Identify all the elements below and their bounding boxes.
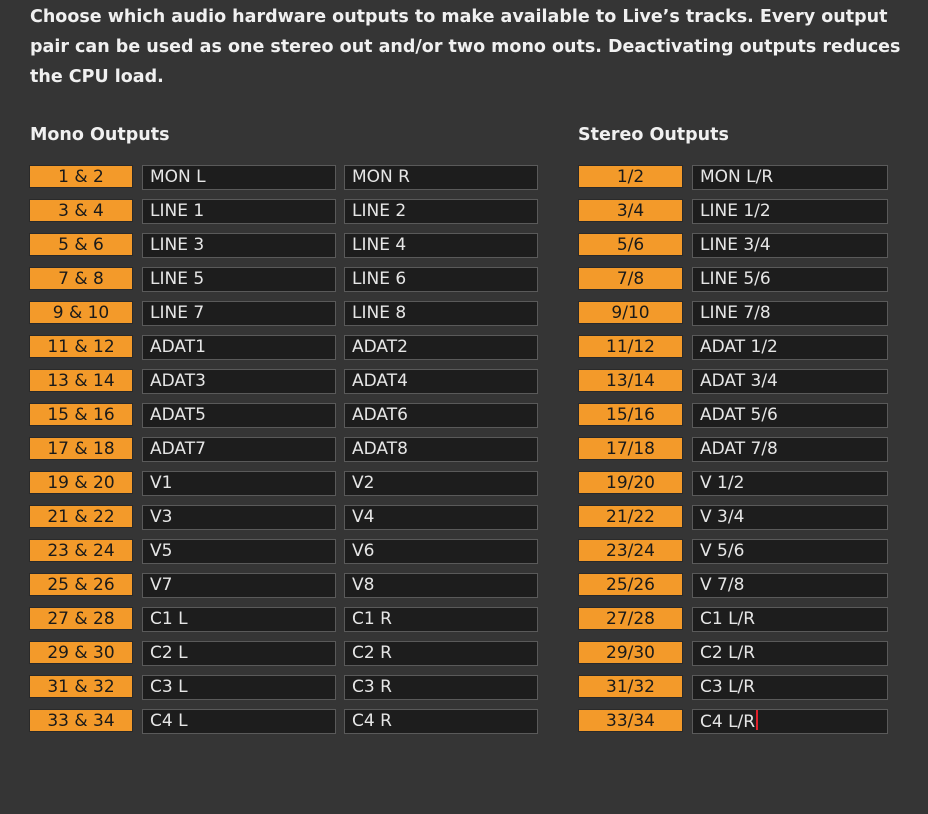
stereo-output-row: 31/32 C3 L/R — [0, 675, 928, 709]
stereo-pair-toggle[interactable]: 31/32 — [578, 675, 683, 698]
stereo-output-row: 25/26 V 7/8 — [0, 573, 928, 607]
stereo-name-text: V 1/2 — [700, 473, 745, 493]
stereo-name-field[interactable]: ADAT 7/8 — [692, 437, 888, 462]
stereo-name-field[interactable]: ADAT 1/2 — [692, 335, 888, 360]
stereo-output-row: 15/16 ADAT 5/6 — [0, 403, 928, 437]
stereo-output-row: 9/10 LINE 7/8 — [0, 301, 928, 335]
stereo-pair-toggle[interactable]: 17/18 — [578, 437, 683, 460]
stereo-name-text: ADAT 1/2 — [700, 337, 778, 357]
stereo-name-text: ADAT 5/6 — [700, 405, 778, 425]
stereo-pair-toggle[interactable]: 3/4 — [578, 199, 683, 222]
stereo-name-text: C1 L/R — [700, 609, 756, 629]
stereo-name-field[interactable]: ADAT 3/4 — [692, 369, 888, 394]
stereo-pair-toggle[interactable]: 11/12 — [578, 335, 683, 358]
stereo-output-row: 13/14 ADAT 3/4 — [0, 369, 928, 403]
stereo-name-field[interactable]: V 3/4 — [692, 505, 888, 530]
stereo-pair-toggle[interactable]: 13/14 — [578, 369, 683, 392]
description-text: Choose which audio hardware outputs to m… — [30, 7, 901, 87]
stereo-outputs-list: 1/2 MON L/R 3/4 LINE 1/2 5/6 LINE 3/4 7/8 LINE … — [0, 165, 928, 743]
stereo-name-text: C4 L/R — [700, 712, 756, 732]
stereo-output-row: 17/18 ADAT 7/8 — [0, 437, 928, 471]
stereo-output-row: 11/12 ADAT 1/2 — [0, 335, 928, 369]
stereo-name-field[interactable]: V 1/2 — [692, 471, 888, 496]
stereo-pair-toggle[interactable]: 21/22 — [578, 505, 683, 528]
stereo-name-field[interactable]: C2 L/R — [692, 641, 888, 666]
stereo-name-text: LINE 3/4 — [700, 235, 771, 255]
stereo-pair-toggle[interactable]: 19/20 — [578, 471, 683, 494]
stereo-name-field[interactable]: LINE 3/4 — [692, 233, 888, 258]
text-cursor — [756, 710, 759, 730]
stereo-name-text: LINE 7/8 — [700, 303, 771, 323]
stereo-name-field[interactable]: C1 L/R — [692, 607, 888, 632]
stereo-name-field[interactable]: LINE 5/6 — [692, 267, 888, 292]
stereo-name-field[interactable]: ADAT 5/6 — [692, 403, 888, 428]
stereo-pair-toggle[interactable]: 23/24 — [578, 539, 683, 562]
stereo-pair-toggle[interactable]: 15/16 — [578, 403, 683, 426]
stereo-name-text: C2 L/R — [700, 643, 756, 663]
stereo-name-text: LINE 1/2 — [700, 201, 771, 221]
stereo-pair-toggle[interactable]: 7/8 — [578, 267, 683, 290]
stereo-pair-toggle[interactable]: 1/2 — [578, 165, 683, 188]
stereo-output-row: 21/22 V 3/4 — [0, 505, 928, 539]
stereo-name-text: V 7/8 — [700, 575, 745, 595]
stereo-output-row: 29/30 C2 L/R — [0, 641, 928, 675]
stereo-pair-toggle[interactable]: 25/26 — [578, 573, 683, 596]
stereo-name-text: V 3/4 — [700, 507, 745, 527]
stereo-name-text: ADAT 7/8 — [700, 439, 778, 459]
stereo-pair-toggle[interactable]: 9/10 — [578, 301, 683, 324]
stereo-name-field[interactable]: MON L/R — [692, 165, 888, 190]
stereo-name-field[interactable]: V 7/8 — [692, 573, 888, 598]
stereo-output-row: 3/4 LINE 1/2 — [0, 199, 928, 233]
stereo-name-field[interactable]: LINE 7/8 — [692, 301, 888, 326]
stereo-name-text: LINE 5/6 — [700, 269, 771, 289]
stereo-output-row: 33/34 C4 L/R — [0, 709, 928, 743]
stereo-name-field[interactable]: V 5/6 — [692, 539, 888, 564]
stereo-name-field[interactable]: LINE 1/2 — [692, 199, 888, 224]
stereo-output-row: 5/6 LINE 3/4 — [0, 233, 928, 267]
mono-outputs-heading: Mono Outputs — [30, 125, 170, 145]
stereo-name-text: ADAT 3/4 — [700, 371, 778, 391]
stereo-pair-toggle[interactable]: 27/28 — [578, 607, 683, 630]
stereo-output-row: 19/20 V 1/2 — [0, 471, 928, 505]
stereo-output-row: 1/2 MON L/R — [0, 165, 928, 199]
stereo-output-row: 27/28 C1 L/R — [0, 607, 928, 641]
stereo-pair-toggle[interactable]: 5/6 — [578, 233, 683, 256]
stereo-pair-toggle[interactable]: 33/34 — [578, 709, 683, 732]
stereo-name-field[interactable]: C3 L/R — [692, 675, 888, 700]
stereo-name-text: MON L/R — [700, 167, 774, 187]
stereo-outputs-heading: Stereo Outputs — [578, 125, 729, 145]
stereo-pair-toggle[interactable]: 29/30 — [578, 641, 683, 664]
stereo-output-row: 23/24 V 5/6 — [0, 539, 928, 573]
stereo-name-text: C3 L/R — [700, 677, 756, 697]
stereo-output-row: 7/8 LINE 5/6 — [0, 267, 928, 301]
stereo-name-text: V 5/6 — [700, 541, 745, 561]
stereo-name-field[interactable]: C4 L/R — [692, 709, 888, 734]
